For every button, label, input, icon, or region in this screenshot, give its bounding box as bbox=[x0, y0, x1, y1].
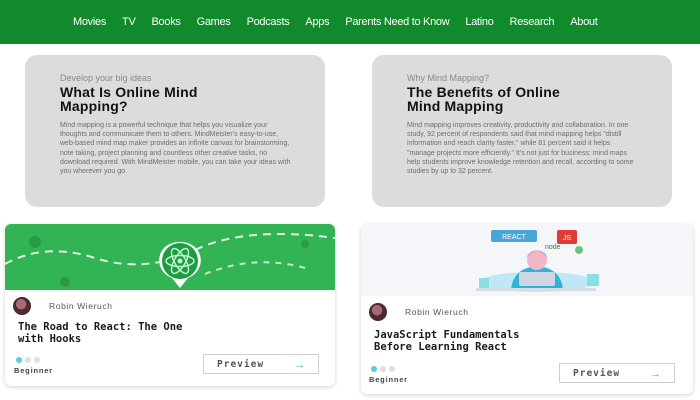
info-card-benefits: Why Mind Mapping? The Benefits of Online… bbox=[372, 55, 672, 207]
react-atom-icon bbox=[159, 242, 201, 288]
info-card-eyebrow: Develop your big ideas bbox=[60, 73, 152, 83]
course-level: Beginner bbox=[14, 366, 53, 375]
course-title-line: JavaScript Fundamentals bbox=[374, 329, 520, 341]
nav-research[interactable]: Research bbox=[510, 16, 555, 28]
course-author: Robin Wieruch bbox=[5, 297, 335, 315]
avatar bbox=[369, 303, 387, 321]
course-title[interactable]: The Road to React: The One with Hooks bbox=[5, 321, 305, 345]
nav-podcasts[interactable]: Podcasts bbox=[247, 16, 290, 28]
course-title-line: with Hooks bbox=[18, 333, 82, 345]
info-card-title-line: Mapping? bbox=[60, 98, 128, 114]
course-level: Beginner bbox=[369, 375, 408, 384]
course-title[interactable]: JavaScript Fundamentals Before Learning … bbox=[361, 329, 661, 353]
nav-parents-need-to-know[interactable]: Parents Need to Know bbox=[345, 16, 449, 28]
difficulty-dot bbox=[389, 366, 395, 372]
nav-tv[interactable]: TV bbox=[122, 16, 136, 28]
difficulty-dots bbox=[16, 357, 43, 363]
course-card-javascript-fundamentals[interactable]: REACT JS node Robin Wieruch JavaScript F… bbox=[361, 224, 693, 394]
course-title-line: Before Learning React bbox=[374, 341, 507, 353]
difficulty-dots bbox=[371, 366, 398, 372]
nav-latino[interactable]: Latino bbox=[465, 16, 493, 28]
preview-button[interactable]: Preview → bbox=[203, 354, 319, 374]
nav-books[interactable]: Books bbox=[152, 16, 181, 28]
info-card-title-line: The Benefits of Online bbox=[407, 84, 560, 100]
react-cover-illustration bbox=[5, 233, 335, 288]
nav-movies[interactable]: Movies bbox=[73, 16, 106, 28]
difficulty-dot bbox=[380, 366, 386, 372]
arrow-right-icon: → bbox=[294, 359, 305, 371]
top-navigation: Movies TV Books Games Podcasts Apps Pare… bbox=[0, 0, 700, 44]
info-card-title: What Is Online Mind Mapping? bbox=[60, 85, 291, 113]
info-card-title-line: Mind Mapping bbox=[407, 98, 504, 114]
info-card-title-line: What Is Online Mind bbox=[60, 84, 198, 100]
info-card-title: The Benefits of Online Mind Mapping bbox=[407, 85, 638, 113]
difficulty-dot bbox=[25, 357, 31, 363]
preview-label: Preview bbox=[573, 367, 621, 379]
info-card-what-is-mind-mapping: Develop your big ideas What Is Online Mi… bbox=[25, 55, 325, 207]
course-cover-image: REACT JS node bbox=[361, 224, 693, 296]
js-tag-label: JS bbox=[563, 235, 572, 242]
author-name: Robin Wieruch bbox=[405, 307, 469, 317]
preview-button[interactable]: Preview → bbox=[559, 363, 675, 383]
course-author: Robin Wieruch bbox=[361, 303, 693, 321]
info-card-body: Mind mapping is a powerful technique tha… bbox=[60, 122, 291, 176]
info-card-body: Mind mapping improves creativity, produc… bbox=[407, 122, 634, 176]
node-tag-label: node bbox=[545, 244, 561, 251]
course-cover-image bbox=[5, 224, 335, 290]
difficulty-dot bbox=[34, 357, 40, 363]
preview-label: Preview bbox=[217, 358, 265, 370]
avatar bbox=[13, 297, 31, 315]
course-card-road-to-react[interactable]: Robin Wieruch The Road to React: The One… bbox=[5, 224, 335, 386]
author-name: Robin Wieruch bbox=[49, 301, 113, 311]
difficulty-dot bbox=[371, 366, 377, 372]
difficulty-dot bbox=[16, 357, 22, 363]
developer-cover-illustration: REACT JS node bbox=[476, 230, 599, 292]
nav-apps[interactable]: Apps bbox=[305, 16, 329, 28]
arrow-right-icon: → bbox=[650, 368, 661, 380]
nav-about[interactable]: About bbox=[570, 16, 598, 28]
course-title-line: The Road to React: The One bbox=[18, 321, 183, 333]
react-tag-label: REACT bbox=[502, 234, 526, 241]
nav-games[interactable]: Games bbox=[197, 16, 231, 28]
info-card-eyebrow: Why Mind Mapping? bbox=[407, 73, 490, 83]
